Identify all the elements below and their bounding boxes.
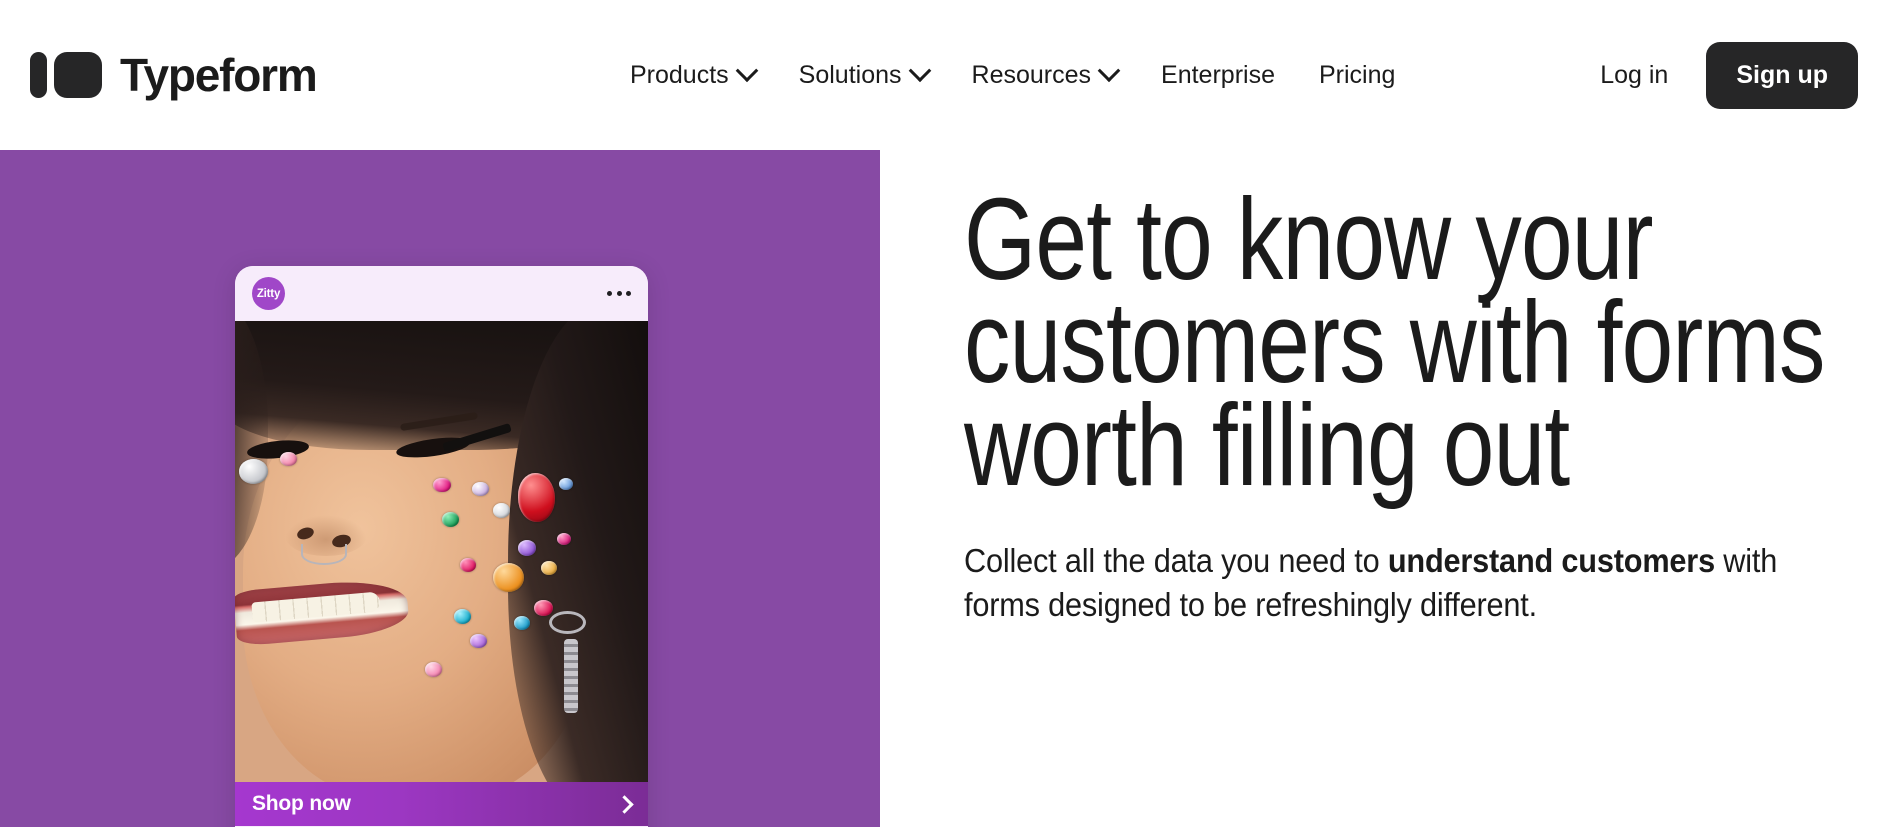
brand-logo-link[interactable]: Typeform [30, 0, 318, 150]
nav-item-products[interactable]: Products [608, 53, 777, 98]
hero-visual-panel: Zitty Shop now [0, 150, 880, 827]
social-post-card: Zitty Shop now [235, 266, 648, 827]
shop-now-label: Shop now [252, 792, 351, 815]
chevron-down-icon [1097, 59, 1121, 83]
brand-name: Typeform [120, 49, 318, 101]
more-options-icon[interactable] [607, 291, 631, 296]
avatar: Zitty [252, 277, 285, 310]
hero-copy: Get to know your customers with forms wo… [964, 150, 1864, 827]
signup-button[interactable]: Sign up [1706, 41, 1858, 109]
nav-item-enterprise[interactable]: Enterprise [1139, 53, 1297, 98]
chevron-down-icon [908, 59, 931, 83]
card-header: Zitty [235, 266, 648, 321]
login-link[interactable]: Log in [1586, 51, 1682, 100]
site-header: Typeform Products Solutions Resources En… [0, 0, 1892, 150]
shop-now-cta[interactable]: Shop now [235, 782, 648, 826]
nav-item-pricing[interactable]: Pricing [1297, 53, 1417, 98]
nav-label-pricing: Pricing [1318, 60, 1396, 89]
subhead-emphasis: understand customers [1387, 542, 1715, 579]
hero-section: Zitty Shop now Get to know your customer… [0, 150, 1892, 827]
nav-label-solutions: Solutions [798, 60, 902, 89]
nav-item-solutions[interactable]: Solutions [777, 53, 950, 98]
nav-label-products: Products [630, 60, 729, 89]
nav-item-resources[interactable]: Resources [950, 53, 1140, 98]
page-title: Get to know your customers with forms wo… [964, 174, 1825, 510]
nav-label-resources: Resources [971, 60, 1092, 89]
chevron-right-icon [615, 794, 634, 814]
subhead-text-1: Collect all the data you need to [964, 542, 1388, 579]
typeform-logo-icon [30, 52, 102, 98]
hero-subheading: Collect all the data you need to underst… [964, 539, 1857, 627]
auth-actions: Log in Sign up [1586, 0, 1858, 150]
main-navigation: Products Solutions Resources Enterprise … [608, 0, 1417, 150]
nav-label-enterprise: Enterprise [1161, 60, 1275, 89]
post-photo [235, 321, 648, 782]
chevron-down-icon [735, 59, 758, 83]
